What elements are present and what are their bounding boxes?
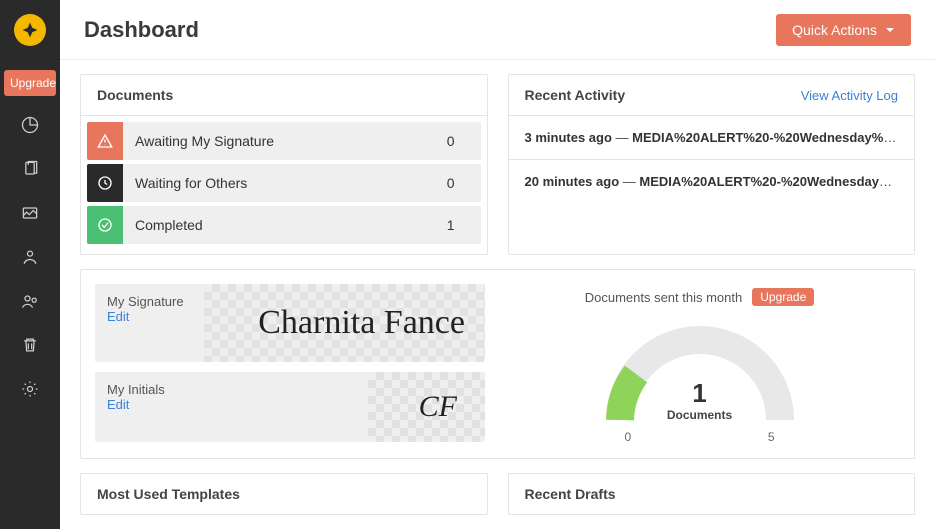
documents-panel: Documents Awaiting My Signature 0 <box>80 74 488 255</box>
my-signature-box: My Signature Edit Charnita Fance <box>95 284 485 362</box>
doc-item-label: Completed <box>123 217 203 233</box>
pie-chart-icon[interactable] <box>19 114 41 136</box>
person-icon[interactable] <box>19 246 41 268</box>
header: Dashboard Quick Actions <box>60 0 935 60</box>
activity-file: MEDIA%20ALERT%20-%20Wednesday%20June... <box>639 174 914 189</box>
gauge-value-label: Documents <box>667 408 732 422</box>
page-title: Dashboard <box>84 17 199 43</box>
alert-triangle-icon <box>87 122 123 160</box>
drafts-panel: Recent Drafts <box>508 473 916 515</box>
doc-item-completed[interactable]: Completed 1 <box>87 206 481 244</box>
clock-icon <box>87 164 123 202</box>
activity-file: MEDIA%20ALERT%20-%20Wednesday%20June... <box>632 130 914 145</box>
gauge-upgrade-badge[interactable]: Upgrade <box>752 288 814 306</box>
templates-panel-title: Most Used Templates <box>81 474 487 514</box>
doc-item-count: 0 <box>447 175 481 191</box>
signature-text: Charnita Fance <box>258 304 465 342</box>
activity-sep: — <box>612 130 632 145</box>
activity-time: 20 minutes ago <box>525 174 620 189</box>
recent-activity-title: Recent Activity <box>525 87 626 103</box>
signature-panel: My Signature Edit Charnita Fance My Init… <box>80 269 915 459</box>
check-circle-icon <box>87 206 123 244</box>
gauge-value: 1 <box>692 378 706 409</box>
gauge-title: Documents sent this month <box>585 290 743 305</box>
gear-icon[interactable] <box>19 378 41 400</box>
doc-item-label: Awaiting My Signature <box>123 133 274 149</box>
doc-item-label: Waiting for Others <box>123 175 247 191</box>
trash-icon[interactable] <box>19 334 41 356</box>
sidebar: Upgrade <box>0 0 60 529</box>
doc-item-count: 0 <box>447 133 481 149</box>
view-activity-log-link[interactable]: View Activity Log <box>801 88 898 103</box>
doc-item-awaiting[interactable]: Awaiting My Signature 0 <box>87 122 481 160</box>
templates-panel: Most Used Templates <box>80 473 488 515</box>
compass-icon <box>14 14 46 46</box>
image-icon[interactable] <box>19 202 41 224</box>
activity-item[interactable]: 20 minutes ago — MEDIA%20ALERT%20-%20Wed… <box>509 160 915 203</box>
activity-sep: — <box>619 174 639 189</box>
doc-item-count: 1 <box>447 217 481 233</box>
activity-time: 3 minutes ago <box>525 130 612 145</box>
doc-item-waiting[interactable]: Waiting for Others 0 <box>87 164 481 202</box>
chevron-down-icon <box>885 25 895 35</box>
my-initials-box: My Initials Edit CF <box>95 372 485 442</box>
gauge-min: 0 <box>625 430 632 444</box>
recent-activity-panel: Recent Activity View Activity Log 3 minu… <box>508 74 916 255</box>
gauge-chart: 1 Documents <box>600 320 800 430</box>
documents-panel-title: Documents <box>81 75 487 116</box>
activity-item[interactable]: 3 minutes ago — MEDIA%20ALERT%20-%20Wedn… <box>509 116 915 160</box>
sidebar-upgrade-button[interactable]: Upgrade <box>4 70 56 96</box>
gauge-max: 5 <box>768 430 775 444</box>
team-icon[interactable] <box>19 290 41 312</box>
drafts-panel-title: Recent Drafts <box>509 474 915 514</box>
initials-text: CF <box>419 390 457 424</box>
quick-actions-button[interactable]: Quick Actions <box>776 14 911 46</box>
logo[interactable] <box>0 0 60 60</box>
documents-icon[interactable] <box>19 158 41 180</box>
quick-actions-label: Quick Actions <box>792 22 877 38</box>
